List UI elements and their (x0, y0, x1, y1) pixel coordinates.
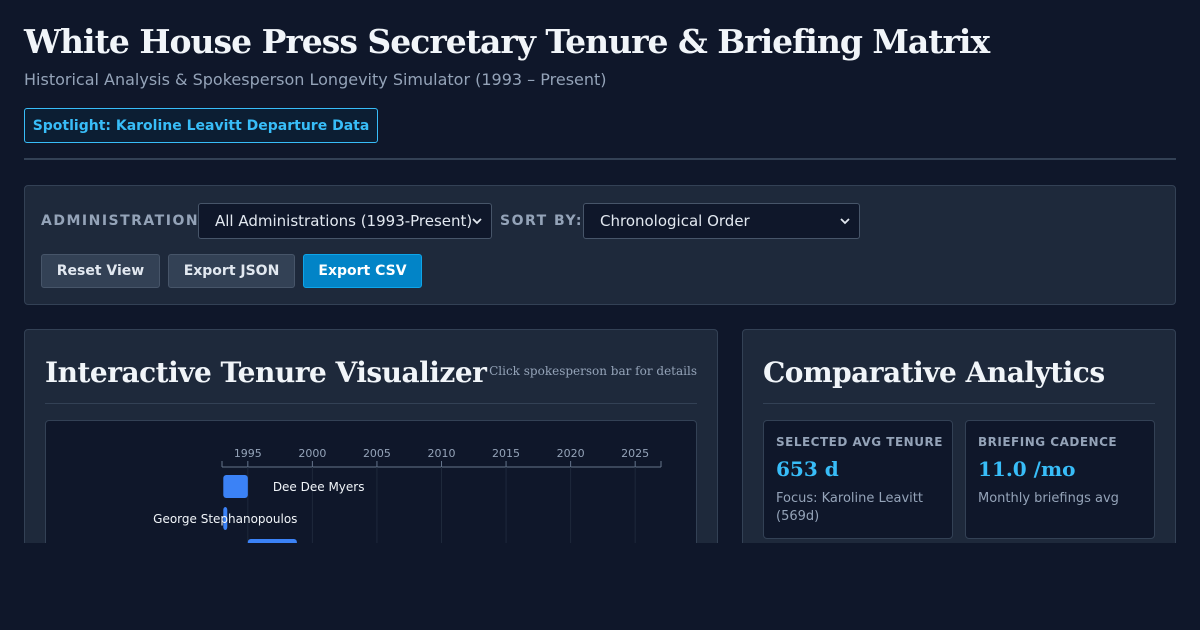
briefing-cadence-stat: BRIEFING CADENCE 11.0 /mo Monthly briefi… (965, 420, 1155, 539)
tenure-visualizer-card: Interactive Tenure Visualizer Click spok… (24, 329, 718, 569)
visualizer-hint: Click spokesperson bar for details (489, 364, 697, 378)
analytics-divider (763, 403, 1155, 404)
x-tick-label: 2015 (492, 447, 520, 460)
tenure-bar-label: George Stephanopoulos (153, 512, 297, 526)
x-tick-label: 2005 (363, 447, 391, 460)
x-tick-label: 2025 (621, 447, 649, 460)
avg-tenure-stat: SELECTED AVG TENURE 653 d Focus: Karolin… (763, 420, 953, 539)
avg-tenure-label: SELECTED AVG TENURE (776, 435, 943, 449)
sort-select-value: Chronological Order (600, 212, 750, 230)
sort-label: SORT BY: (500, 213, 583, 229)
avg-tenure-value: 653 d (776, 457, 839, 481)
x-tick-label: 2000 (298, 447, 326, 460)
visualizer-title: Interactive Tenure Visualizer (45, 356, 487, 389)
briefing-cadence-note: Monthly briefings avg (978, 491, 1119, 506)
comparative-analytics-card: Comparative Analytics SELECTED AVG TENUR… (742, 329, 1176, 569)
sort-select[interactable]: Chronological Order (583, 203, 860, 239)
avg-tenure-note: Focus: Karoline Leavitt (569d) (776, 491, 923, 524)
controls-panel: ADMINISTRATION: All Administrations (199… (24, 185, 1176, 305)
page-subtitle: Historical Analysis & Spokesperson Longe… (24, 70, 607, 89)
briefing-cadence-value: 11.0 /mo (978, 457, 1076, 481)
export-csv-button[interactable]: Export CSV (303, 254, 422, 288)
reset-view-button[interactable]: Reset View (41, 254, 160, 288)
chevron-down-icon (472, 218, 482, 225)
x-tick-label: 1995 (234, 447, 262, 460)
briefing-cadence-label: BRIEFING CADENCE (978, 435, 1118, 449)
analytics-title: Comparative Analytics (763, 356, 1105, 389)
tenure-bar[interactable] (223, 475, 248, 498)
spotlight-button[interactable]: Spotlight: Karoline Leavitt Departure Da… (24, 108, 378, 143)
administration-select-value: All Administrations (1993-Present) (215, 212, 473, 230)
visualizer-divider (45, 403, 697, 404)
x-tick-label: 2010 (428, 447, 456, 460)
header-divider (24, 158, 1176, 160)
tenure-bar-label: Dee Dee Myers (273, 480, 365, 494)
chevron-down-icon (840, 218, 850, 225)
viewport-edge (0, 543, 1200, 630)
export-json-button[interactable]: Export JSON (168, 254, 295, 288)
administration-label: ADMINISTRATION: (41, 213, 207, 229)
x-tick-label: 2020 (557, 447, 585, 460)
administration-select[interactable]: All Administrations (1993-Present) (198, 203, 492, 239)
page-title: White House Press Secretary Tenure & Bri… (24, 22, 990, 61)
